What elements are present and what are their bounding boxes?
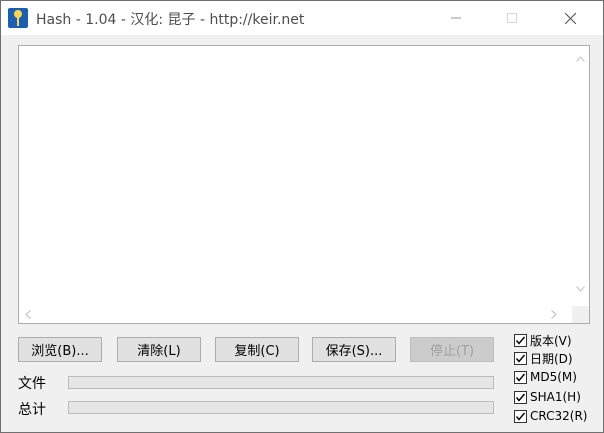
window-title: Hash - 1.04 - 汉化: 昆子 - http://keir.net xyxy=(36,12,305,28)
total-label: 总计 xyxy=(18,402,46,418)
save-button[interactable]: 保存(S)... xyxy=(312,337,396,362)
checkbox-box[interactable] xyxy=(514,409,527,423)
hash-window: Hash - 1.04 - 汉化: 昆子 - http://keir.net 浏… xyxy=(0,0,604,433)
app-key-icon xyxy=(8,8,28,28)
checkmark-icon xyxy=(515,412,526,421)
checkbox-label: SHA1(H) xyxy=(530,390,581,404)
checkbox-date[interactable]: 日期(D) xyxy=(514,350,573,367)
checkbox-box[interactable] xyxy=(514,334,527,347)
checkbox-label: 日期(D) xyxy=(530,352,573,366)
checkbox-md5[interactable]: MD5(M) xyxy=(514,370,577,384)
minimize-icon xyxy=(451,17,461,19)
checkbox-version[interactable]: 版本(V) xyxy=(514,332,572,349)
checkmark-icon xyxy=(515,354,526,363)
checkbox-box[interactable] xyxy=(514,370,527,384)
scroll-up-icon[interactable] xyxy=(576,56,585,62)
vertical-scrollbar[interactable] xyxy=(572,46,589,304)
checkbox-box[interactable] xyxy=(514,390,527,404)
checkbox-label: CRC32(R) xyxy=(530,409,588,423)
checkbox-label: 版本(V) xyxy=(530,334,572,348)
clear-button[interactable]: 清除(L) xyxy=(117,337,201,362)
file-progress-bar xyxy=(68,376,494,389)
horizontal-scrollbar[interactable] xyxy=(19,306,572,323)
minimize-button[interactable] xyxy=(433,1,479,35)
maximize-button[interactable] xyxy=(489,1,535,35)
checkmark-icon xyxy=(515,393,526,402)
maximize-icon xyxy=(507,13,517,23)
scroll-down-icon[interactable] xyxy=(576,286,585,292)
browse-button[interactable]: 浏览(B)... xyxy=(18,337,102,362)
close-icon xyxy=(565,13,576,24)
stop-button[interactable]: 停止(T) xyxy=(410,337,494,362)
copy-button[interactable]: 复制(C) xyxy=(215,337,299,362)
checkmark-icon xyxy=(515,373,526,382)
scroll-left-icon[interactable] xyxy=(25,310,31,319)
checkbox-label: MD5(M) xyxy=(530,370,577,384)
scroll-right-icon[interactable] xyxy=(551,310,557,319)
checkbox-sha1[interactable]: SHA1(H) xyxy=(514,390,581,404)
file-label: 文件 xyxy=(18,376,46,392)
total-progress-bar xyxy=(68,401,494,414)
results-text-area[interactable] xyxy=(18,45,590,324)
scrollbar-corner xyxy=(572,306,589,323)
title-bar[interactable]: Hash - 1.04 - 汉化: 昆子 - http://keir.net xyxy=(1,1,603,35)
checkmark-icon xyxy=(515,336,526,345)
close-button[interactable] xyxy=(547,1,593,35)
checkbox-box[interactable] xyxy=(514,352,527,365)
checkbox-crc32[interactable]: CRC32(R) xyxy=(514,409,587,423)
